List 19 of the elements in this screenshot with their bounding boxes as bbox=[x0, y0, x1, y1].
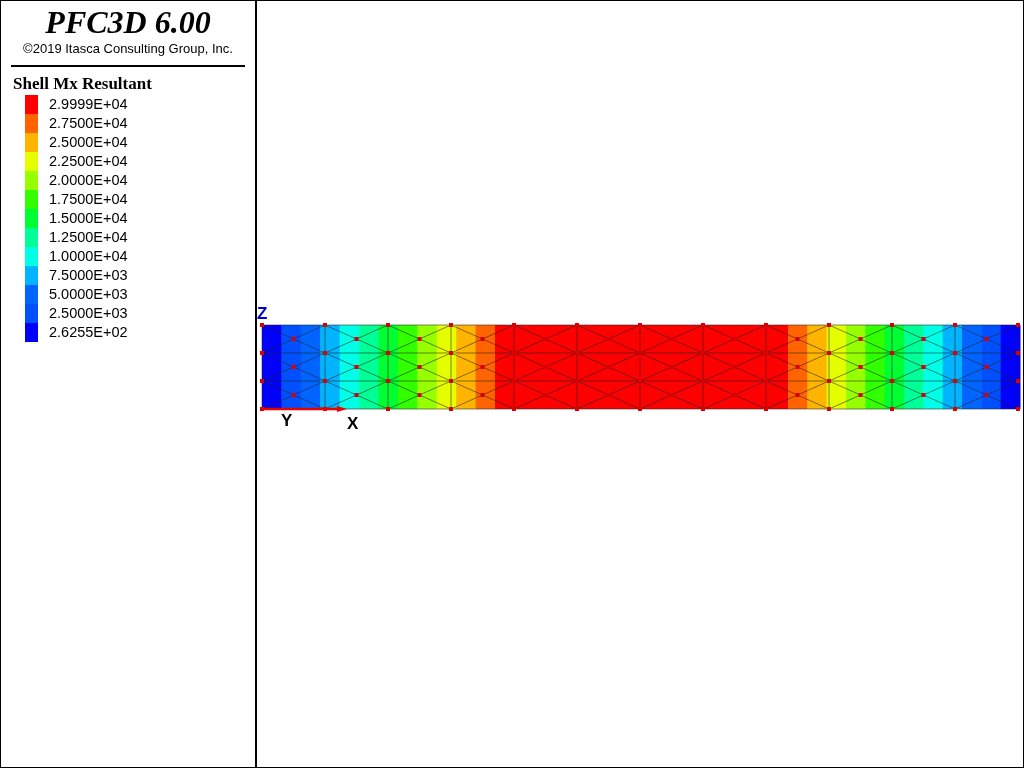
legend-label: 2.5000E+03 bbox=[49, 305, 128, 322]
legend-label: 1.5000E+04 bbox=[49, 210, 128, 227]
app-title: PFC3D 6.00 bbox=[45, 5, 211, 39]
copyright-text: ©2019 Itasca Consulting Group, Inc. bbox=[23, 41, 233, 56]
legend-label: 2.2500E+04 bbox=[49, 153, 128, 170]
legend-label: 2.0000E+04 bbox=[49, 172, 128, 189]
legend-label: 2.9999E+04 bbox=[49, 96, 128, 113]
legend-label: 2.5000E+04 bbox=[49, 134, 128, 151]
legend-label: 1.7500E+04 bbox=[49, 191, 128, 208]
legend-title: Shell Mx Resultant bbox=[13, 74, 152, 94]
x-axis-label: X bbox=[347, 414, 359, 433]
z-axis-label: Z bbox=[257, 304, 268, 323]
y-axis-label: Y bbox=[281, 411, 293, 430]
legend-label: 7.5000E+03 bbox=[49, 267, 128, 284]
legend-label: 2.6255E+02 bbox=[49, 324, 128, 341]
legend-label: 2.7500E+04 bbox=[49, 115, 128, 132]
legend-label: 1.0000E+04 bbox=[49, 248, 128, 265]
legend-label: 5.0000E+03 bbox=[49, 286, 128, 303]
legend-label: 1.2500E+04 bbox=[49, 229, 128, 246]
